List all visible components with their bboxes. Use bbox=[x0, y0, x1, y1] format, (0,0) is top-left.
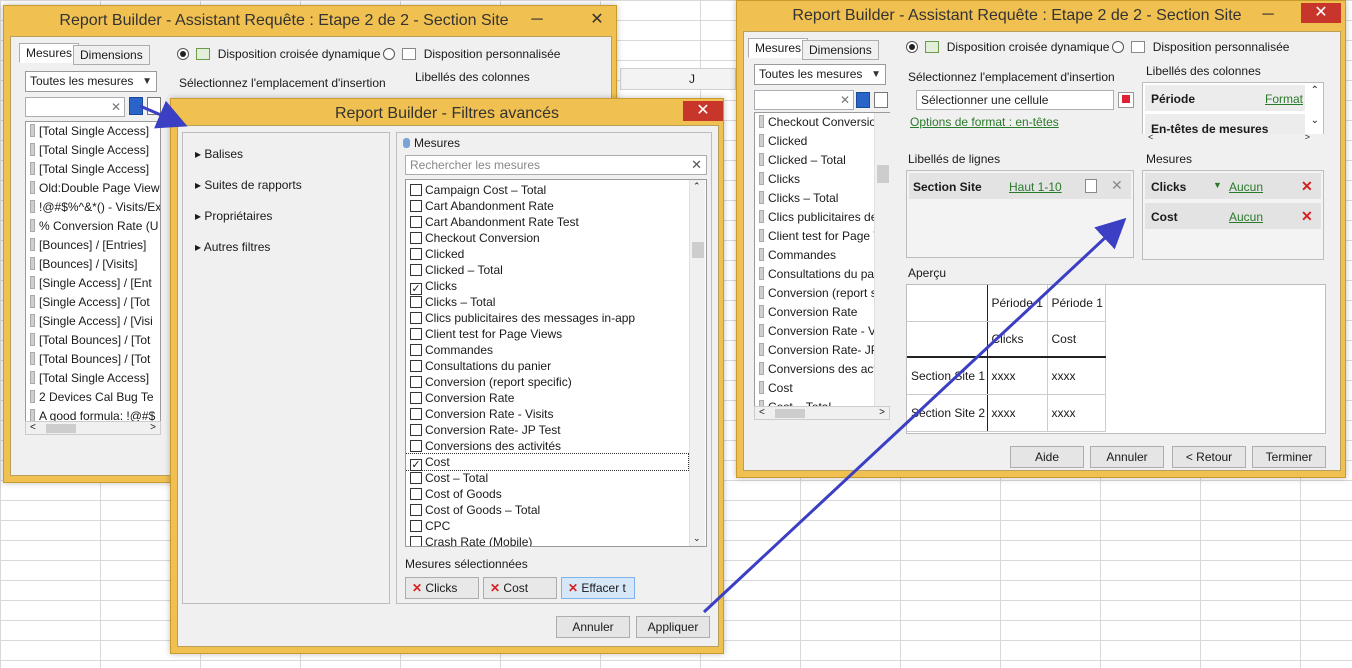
arrow-filter-to-dialog bbox=[139, 100, 188, 129]
arrow-apply-to-measures bbox=[702, 217, 1127, 614]
annotation-arrows bbox=[139, 100, 1127, 614]
